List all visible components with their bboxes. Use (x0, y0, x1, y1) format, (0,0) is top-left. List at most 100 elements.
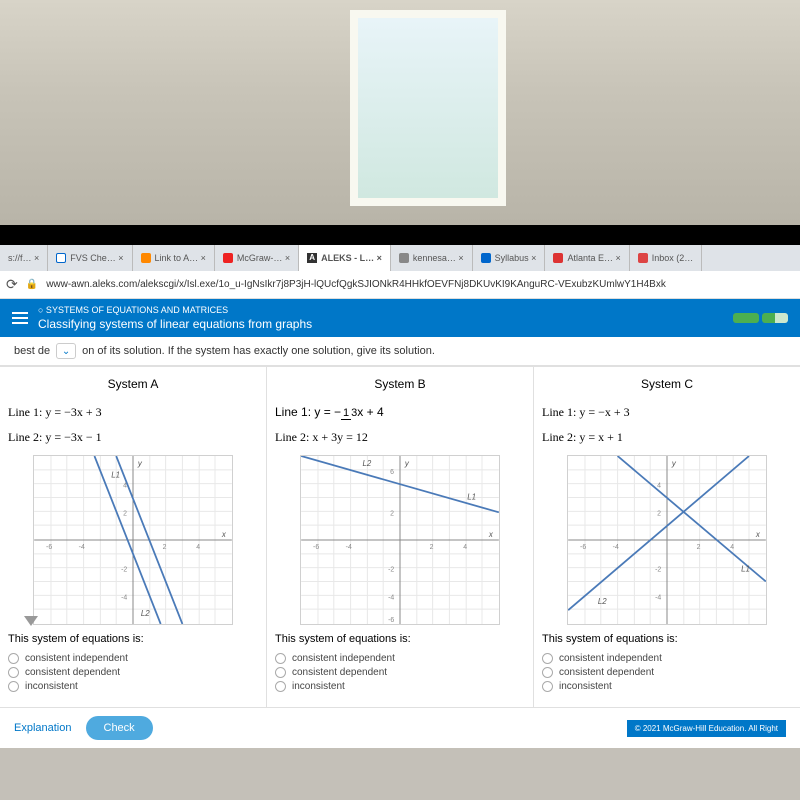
svg-text:L1: L1 (467, 492, 476, 501)
reload-icon[interactable]: ⟳ (6, 276, 18, 293)
system-b-question: This system of equations is: (275, 633, 525, 645)
svg-text:2: 2 (657, 510, 661, 517)
radio-icon (275, 681, 286, 692)
svg-text:L1: L1 (111, 471, 120, 480)
system-b-opt1[interactable]: consistent independent (275, 653, 525, 664)
progress-indicator (733, 313, 788, 323)
svg-text:-2: -2 (121, 567, 127, 574)
system-a-question: This system of equations is: (8, 633, 258, 645)
system-c-graph: L1 L2 y x -6-424 42-2-4 (567, 455, 767, 625)
tab-strip: s://f… × FVS Che… × Link to A… × McGraw-… (0, 245, 800, 271)
svg-text:L1: L1 (741, 565, 750, 574)
favicon-atl (553, 253, 563, 263)
favicon-x (56, 253, 66, 263)
system-b-line1: Line 1: y = −13x + 4 (275, 405, 525, 420)
check-button[interactable]: Check (86, 716, 153, 740)
svg-text:-4: -4 (613, 544, 619, 551)
svg-text:4: 4 (123, 483, 127, 490)
svg-text:x: x (221, 530, 227, 539)
svg-text:L2: L2 (141, 609, 150, 618)
svg-text:-4: -4 (121, 594, 127, 601)
system-b-opt3[interactable]: inconsistent (275, 681, 525, 692)
tab-1[interactable]: FVS Che… × (48, 245, 132, 271)
favicon-k (399, 253, 409, 263)
system-b-opt2[interactable]: consistent dependent (275, 667, 525, 678)
tab-3[interactable]: McGraw-… × (215, 245, 299, 271)
system-a-title: System A (8, 377, 258, 391)
system-b-line2: Line 2: x + 3y = 12 (275, 430, 525, 445)
explanation-button[interactable]: Explanation (14, 722, 72, 734)
topic-label: ○ SYSTEMS OF EQUATIONS AND MATRICES (38, 305, 312, 315)
menu-icon[interactable] (12, 312, 28, 324)
aleks-header: ○ SYSTEMS OF EQUATIONS AND MATRICES Clas… (0, 299, 800, 337)
svg-text:-2: -2 (388, 567, 394, 574)
svg-text:L2: L2 (362, 459, 371, 468)
favicon-mcgraw (223, 253, 233, 263)
svg-text:-6: -6 (580, 544, 586, 551)
svg-text:y: y (671, 459, 677, 468)
footer: Explanation Check © 2021 McGraw-Hill Edu… (0, 707, 800, 748)
svg-text:-6: -6 (313, 544, 319, 551)
radio-icon (542, 667, 553, 678)
system-c-opt3[interactable]: inconsistent (542, 681, 792, 692)
system-a-line2: Line 2: y = −3x − 1 (8, 430, 258, 445)
monitor-bezel (0, 225, 800, 245)
svg-text:-2: -2 (655, 567, 661, 574)
svg-text:-6: -6 (46, 544, 52, 551)
radio-icon (8, 681, 19, 692)
page-title: Classifying systems of linear equations … (38, 317, 312, 331)
instruction-row: best de ⌄ on of its solution. If the sys… (0, 337, 800, 366)
svg-text:-6: -6 (388, 617, 394, 624)
favicon-gmail (638, 253, 648, 263)
svg-text:2: 2 (390, 510, 394, 517)
system-a-graph: L1 L2 y x -6-424 42-2-4 (33, 455, 233, 625)
svg-text:2: 2 (163, 544, 167, 551)
svg-text:x: x (488, 530, 494, 539)
tab-0[interactable]: s://f… × (0, 245, 48, 271)
svg-text:2: 2 (123, 510, 127, 517)
svg-text:L2: L2 (598, 597, 607, 606)
system-a: System A Line 1: y = −3x + 3 Line 2: y =… (0, 367, 267, 707)
system-b-graph: L2 L1 y x -6-424 62-2-4-6 (300, 455, 500, 625)
svg-text:-4: -4 (79, 544, 85, 551)
svg-text:y: y (404, 459, 410, 468)
system-b: System B Line 1: y = −13x + 4 Line 2: x … (267, 367, 534, 707)
tab-5[interactable]: kennesa… × (391, 245, 473, 271)
tab-7[interactable]: Atlanta E… × (545, 245, 629, 271)
copyright-text: © 2021 McGraw-Hill Education. All Right (627, 720, 786, 737)
background-photo (0, 0, 800, 225)
svg-text:y: y (137, 459, 143, 468)
favicon-syllabus (481, 253, 491, 263)
tab-4-active[interactable]: AALEKS - L… × (299, 245, 391, 271)
system-c-opt1[interactable]: consistent independent (542, 653, 792, 664)
tab-2[interactable]: Link to A… × (133, 245, 215, 271)
browser-window: s://f… × FVS Che… × Link to A… × McGraw-… (0, 245, 800, 748)
svg-text:4: 4 (657, 483, 661, 490)
radio-icon (275, 667, 286, 678)
system-c-question: This system of equations is: (542, 633, 792, 645)
favicon-aleks: A (307, 253, 317, 263)
systems-container: System A Line 1: y = −3x + 3 Line 2: y =… (0, 366, 800, 707)
dropdown-icon[interactable]: ⌄ (56, 343, 76, 359)
address-bar: ⟳ 🔒 www-awn.aleks.com/alekscgi/x/Isl.exe… (0, 271, 800, 299)
lock-icon[interactable]: 🔒 (26, 279, 38, 290)
radio-icon (542, 681, 553, 692)
system-c: System C Line 1: y = −x + 3 Line 2: y = … (534, 367, 800, 707)
system-a-line1: Line 1: y = −3x + 3 (8, 405, 258, 420)
svg-text:-4: -4 (388, 594, 394, 601)
radio-icon (8, 667, 19, 678)
svg-text:x: x (755, 530, 761, 539)
svg-text:6: 6 (390, 469, 394, 476)
system-a-opt2[interactable]: consistent dependent (8, 667, 258, 678)
system-c-line2: Line 2: y = x + 1 (542, 430, 792, 445)
url-text[interactable]: www-awn.aleks.com/alekscgi/x/Isl.exe/1o_… (46, 279, 666, 290)
system-c-opt2[interactable]: consistent dependent (542, 667, 792, 678)
svg-text:4: 4 (730, 544, 734, 551)
system-a-opt1[interactable]: consistent independent (8, 653, 258, 664)
svg-text:4: 4 (463, 544, 467, 551)
tab-8[interactable]: Inbox (2… (630, 245, 703, 271)
tab-6[interactable]: Syllabus × (473, 245, 546, 271)
system-a-opt3[interactable]: inconsistent (8, 681, 258, 692)
favicon-b (141, 253, 151, 263)
radio-icon (275, 653, 286, 664)
